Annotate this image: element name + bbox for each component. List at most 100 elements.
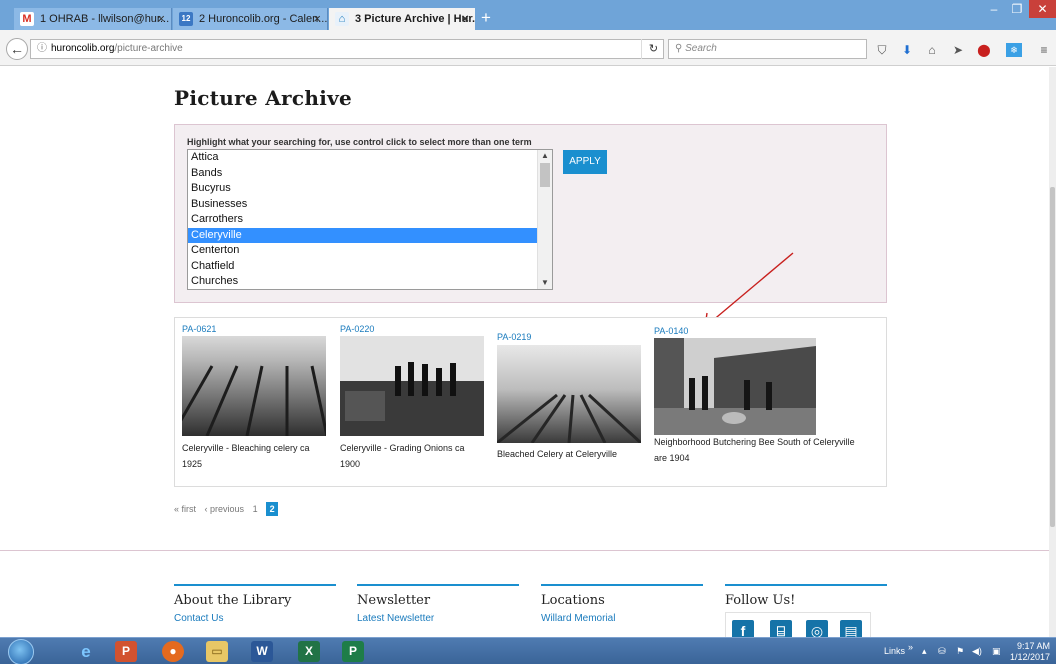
result-photo-bleached-celery[interactable] (497, 345, 641, 443)
back-button[interactable]: ← (6, 38, 28, 60)
footer-heading: Newsletter (357, 593, 431, 608)
tab-gmail[interactable]: M 1 OHRAB - llwilson@hur... × (14, 8, 172, 30)
adblock-icon[interactable]: ⬤ (976, 43, 992, 57)
caption-line: Bleached Celery at Celeryville (497, 449, 618, 459)
publisher-icon[interactable]: P (342, 641, 364, 662)
pocket-icon[interactable]: ⛉ (874, 43, 890, 57)
list-option-chatfield[interactable]: Chatfield (188, 259, 552, 275)
restore-icon[interactable]: ❐ (1006, 0, 1028, 18)
download-icon[interactable]: ⬇ (899, 43, 915, 57)
internet-explorer-icon[interactable]: e (75, 641, 97, 662)
list-option-bands[interactable]: Bands (188, 166, 552, 182)
result-photo-butchering-bee[interactable] (654, 338, 816, 435)
links-toolbar[interactable]: Links (884, 646, 905, 656)
library-icon: ⌂ (335, 12, 349, 26)
tray-expand-icon[interactable]: ▴ (922, 646, 927, 657)
instagram-icon[interactable]: ◎ (806, 620, 828, 637)
caption-line: 1900 (340, 459, 361, 469)
clock-time: 9:17 AM (1016, 641, 1050, 651)
footer-heading: About the Library (174, 593, 292, 608)
pager-page-1[interactable]: 1 (253, 504, 258, 514)
powerpoint-icon[interactable]: P (115, 641, 137, 662)
url-path: /picture-archive (114, 43, 183, 54)
facebook-icon[interactable]: f (732, 620, 754, 637)
caption-line: Celeryville - Bleaching celery ca (182, 443, 310, 453)
pager-previous-link[interactable]: ‹ previous (205, 504, 245, 514)
list-option-carrothers[interactable]: Carrothers (188, 212, 552, 228)
file-explorer-icon[interactable]: ▭ (206, 641, 228, 662)
book-icon[interactable]: ⌸ (770, 620, 792, 637)
footer-rule (725, 584, 887, 586)
send-icon[interactable]: ➤ (950, 43, 966, 57)
list-option-businesses[interactable]: Businesses (188, 197, 552, 213)
tab-picture-archive[interactable]: ⌂ 3 Picture Archive | Hur... × (329, 8, 475, 30)
latest-newsletter-link[interactable]: Latest Newsletter (357, 613, 519, 624)
close-tab-icon[interactable]: × (157, 8, 165, 30)
footer-heading: Locations (541, 593, 605, 608)
firefox-icon[interactable]: ● (162, 641, 184, 662)
footer-rule (357, 584, 519, 586)
result-code-link[interactable]: PA-0140 (654, 326, 688, 336)
result-code-link[interactable]: PA-0219 (497, 332, 531, 342)
reload-button[interactable]: ↻ (641, 39, 665, 59)
taskbar: e P ● ▭ W X P Links » ▴ ⛁ ⚑ ◀) ▣ 9:17 AM… (0, 637, 1056, 664)
scroll-up-icon[interactable]: ▲ (538, 150, 552, 162)
tab-label: 2 Huroncolib.org - Calen... (199, 13, 328, 25)
start-button-icon[interactable] (8, 639, 34, 664)
list-option-bucyrus[interactable]: Bucyrus (188, 181, 552, 197)
gmail-icon: M (20, 12, 34, 26)
caption-line: are 1904 (654, 453, 690, 463)
word-icon[interactable]: W (251, 641, 273, 662)
page-scroll-thumb[interactable] (1050, 187, 1055, 527)
listbox-scroll-thumb[interactable] (540, 163, 550, 187)
willard-memorial-link[interactable]: Willard Memorial (541, 613, 703, 624)
result-photo-grading-onions[interactable] (340, 336, 484, 436)
list-option-centerton[interactable]: Centerton (188, 243, 552, 259)
list-option-churches[interactable]: Churches (188, 274, 552, 289)
extension-icon[interactable]: ❄ (1006, 43, 1022, 57)
excel-icon[interactable]: X (298, 641, 320, 662)
footer-about: About the Library Contact Us (174, 584, 336, 624)
search-input[interactable]: ⚲ Search (668, 39, 867, 59)
clock[interactable]: 9:17 AM 1/12/2017 (1010, 641, 1050, 663)
result-code-link[interactable]: PA-0220 (340, 324, 374, 334)
home-icon[interactable]: ⌂ (924, 43, 940, 57)
listbox-scrollbar[interactable]: ▲ ▼ (537, 150, 552, 289)
scroll-down-icon[interactable]: ▼ (538, 277, 552, 289)
result-caption: Celeryville - Grading Onions ca 1900 (340, 440, 490, 472)
url-host: huroncolib.org (51, 43, 115, 54)
display-icon[interactable]: ▣ (992, 646, 1001, 657)
flag-icon[interactable]: ⚑ (956, 646, 964, 657)
new-tab-button[interactable]: + (481, 8, 491, 28)
menu-icon[interactable]: ≡ (1036, 43, 1052, 57)
caption-line: Celeryville - Grading Onions ca (340, 443, 465, 453)
close-tab-icon[interactable]: × (313, 8, 321, 30)
term-listbox[interactable]: Attica Bands Bucyrus Businesses Carrothe… (187, 149, 553, 290)
result-code-link[interactable]: PA-0621 (182, 324, 216, 334)
info-icon[interactable]: ⓘ (37, 43, 47, 54)
newsletter-icon[interactable]: ▤ (840, 620, 862, 637)
contact-us-link[interactable]: Contact Us (174, 613, 336, 624)
url-bar[interactable]: ⓘ huroncolib.org/picture-archive (30, 39, 664, 59)
calendar-icon: 12 (179, 12, 193, 26)
close-window-icon[interactable]: ✕ (1029, 0, 1056, 18)
list-option-attica[interactable]: Attica (188, 150, 552, 166)
pager-first-link[interactable]: « first (174, 504, 196, 514)
result-photo-celery-field[interactable] (182, 336, 326, 436)
result-item: PA-0220 Celeryville - Grading Onions ca … (340, 324, 484, 469)
close-tab-icon[interactable]: × (461, 8, 469, 30)
caption-line: 1925 (182, 459, 203, 469)
volume-icon[interactable]: ◀) (972, 646, 982, 657)
page-scrollbar[interactable] (1049, 67, 1056, 637)
minimize-icon[interactable]: – (983, 0, 1005, 18)
result-caption: Neighborhood Butchering Bee South of Cel… (654, 434, 884, 466)
list-option-celeryville[interactable]: Celeryville (188, 227, 552, 243)
pagination: « first ‹ previous 1 2 (174, 502, 279, 516)
tab-calendar[interactable]: 12 2 Huroncolib.org - Calen... × (173, 8, 328, 30)
toolbar-expand-icon[interactable]: » (908, 642, 913, 652)
apply-button[interactable]: APPLY (563, 150, 607, 174)
browser-tab-strip: M 1 OHRAB - llwilson@hur... × 12 2 Huron… (0, 0, 1056, 30)
page-content: Picture Archive Highlight what your sear… (0, 67, 1056, 637)
network-icon[interactable]: ⛁ (938, 646, 946, 657)
browser-nav-bar: ← ⓘ huroncolib.org/picture-archive ↻ ⚲ Se… (0, 30, 1056, 66)
